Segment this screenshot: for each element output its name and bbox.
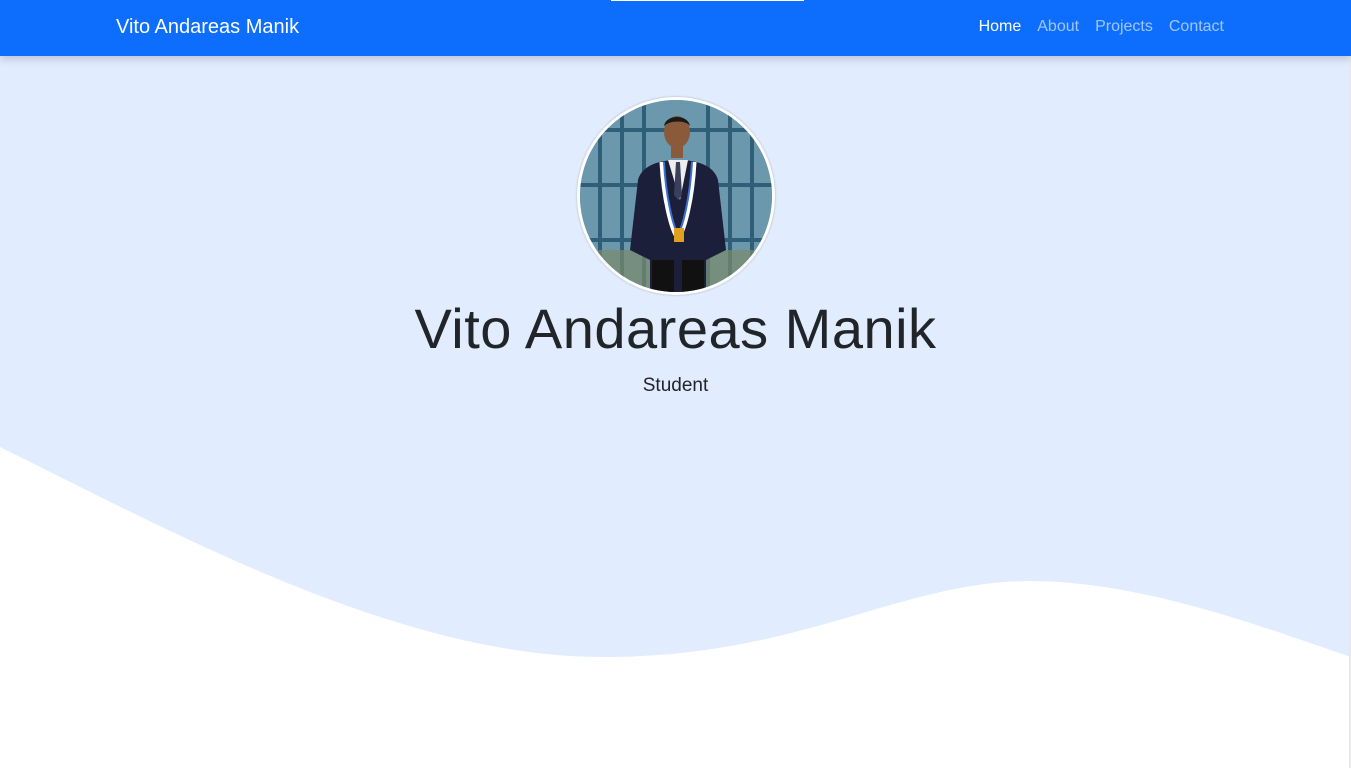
nav-link-contact[interactable]: Contact	[1169, 18, 1224, 36]
profile-photo	[577, 97, 775, 295]
brand-link[interactable]: Vito Andareas Manik	[116, 16, 299, 39]
nav-links: Home About Projects Contact	[979, 18, 1224, 36]
hero-section: Vito Andareas Manik Student	[0, 56, 1351, 768]
profile-photo-icon	[580, 100, 772, 292]
hero-name: Vito Andareas Manik	[414, 297, 937, 360]
top-highlight-strip	[611, 0, 804, 1]
nav-link-projects[interactable]: Projects	[1095, 18, 1153, 36]
navbar: Vito Andareas Manik Home About Projects …	[0, 0, 1351, 56]
hero-role: Student	[642, 375, 709, 396]
nav-link-about[interactable]: About	[1037, 18, 1079, 36]
nav-link-home[interactable]: Home	[979, 18, 1022, 36]
